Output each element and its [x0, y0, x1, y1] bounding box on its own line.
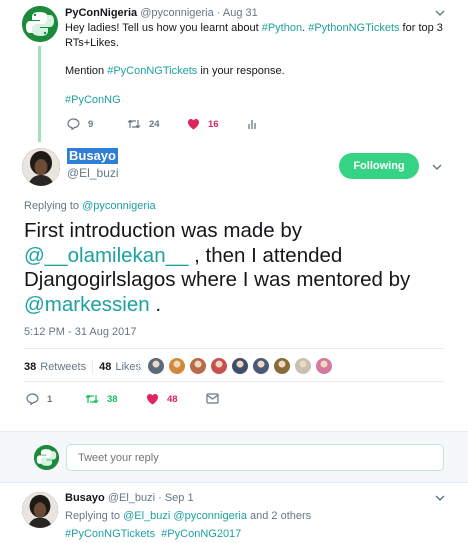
- text-segment[interactable]: and 2 others: [247, 510, 311, 522]
- like-total: 48: [99, 361, 112, 373]
- replying-to-line: Replying to @pyconnigeria: [24, 200, 156, 212]
- direct-message-button[interactable]: [206, 393, 219, 404]
- divider: [92, 360, 94, 374]
- profile-photo-icon: [22, 492, 58, 528]
- python-logo-icon: [22, 6, 58, 42]
- current-user-avatar: [34, 445, 59, 470]
- hashtag-python[interactable]: #Python: [262, 22, 302, 34]
- divider: [24, 381, 444, 382]
- heart-icon: [147, 394, 158, 405]
- liker-avatar[interactable]: [315, 357, 333, 375]
- hashtag-pythonngtickets[interactable]: #PythonNGTickets: [308, 22, 399, 34]
- hashtag-pyconng[interactable]: #PyConNG: [65, 94, 121, 106]
- liker-avatar[interactable]: [252, 357, 270, 375]
- parent-tweet-date[interactable]: · Aug 31: [217, 7, 258, 19]
- liker-avatar[interactable]: [147, 357, 165, 375]
- focus-reply-count: 1: [47, 393, 53, 405]
- liker-avatar[interactable]: [294, 357, 312, 375]
- chevron-down-icon[interactable]: [435, 493, 445, 503]
- parent-tweet-text: Hey ladies! Tell us how you learnt about…: [65, 21, 445, 107]
- retweet-label: Retweets: [40, 361, 87, 373]
- focus-author-handle[interactable]: @El_buzi: [67, 166, 119, 180]
- profile-photo-icon: [22, 148, 60, 186]
- python-logo-icon: [34, 445, 59, 470]
- heart-icon: [188, 119, 199, 130]
- divider: [138, 360, 139, 374]
- text-segment: Replying to: [24, 200, 83, 212]
- reply-replying-to-line: Replying to @El_buzi @pyconnigeria and 2…: [65, 510, 311, 522]
- reply-tweet-header: Busayo @El_buzi · Sep 1: [65, 492, 194, 504]
- focus-author-name[interactable]: Busayo: [67, 148, 118, 164]
- parent-author-name[interactable]: PyConNigeria: [65, 7, 137, 19]
- hashtag-pyconng2017[interactable]: #PyConNG2017: [161, 528, 241, 540]
- liker-avatar[interactable]: [231, 357, 249, 375]
- likes-stat[interactable]: 48 Likes: [99, 361, 141, 373]
- reply-icon: [67, 118, 80, 130]
- envelope-icon: [206, 393, 219, 404]
- retweet-button[interactable]: 24: [127, 118, 160, 130]
- liker-avatar[interactable]: [168, 357, 186, 375]
- retweet-button[interactable]: 38: [85, 393, 118, 405]
- reply-author-handle[interactable]: @El_buzi: [108, 492, 155, 504]
- reply-tweet-text: #PyConNGTickets #PyConNG2017: [65, 528, 241, 540]
- text-segment: Mention: [65, 65, 108, 77]
- parent-tweet-header: PyConNigeria @pyconnigeria · Aug 31: [65, 7, 258, 19]
- liker-avatar[interactable]: [273, 357, 291, 375]
- text-segment: in your response.: [197, 65, 285, 77]
- hashtag-pyconngtickets[interactable]: #PyConNGTickets: [107, 65, 197, 77]
- mention-olamilekan[interactable]: @__olamilekan__: [24, 244, 188, 267]
- replying-to-mention[interactable]: @pyconnigeria: [82, 200, 156, 212]
- analytics-button[interactable]: [248, 118, 258, 130]
- liker-avatar[interactable]: [210, 357, 228, 375]
- liker-avatar[interactable]: [189, 357, 207, 375]
- text-segment: First introduction was made by: [24, 219, 303, 242]
- replying-to-mention[interactable]: @El_buzi: [123, 510, 170, 522]
- parent-tweet[interactable]: PyConNigeria @pyconnigeria · Aug 31 Hey …: [0, 0, 468, 142]
- text-segment: Hey ladies! Tell us how you learnt about: [65, 22, 262, 34]
- replying-to-mention[interactable]: @pyconnigeria: [173, 510, 247, 522]
- hashtag-pyconngtickets[interactable]: #PyConNGTickets: [65, 528, 155, 540]
- reply-button[interactable]: 1: [26, 393, 52, 405]
- divider: [24, 348, 444, 349]
- focus-tweet-text: First introduction was made by @__olamil…: [24, 219, 454, 317]
- text-segment: .: [149, 292, 162, 316]
- retweets-stat[interactable]: 38 Retweets: [24, 361, 86, 373]
- parent-retweet-count: 24: [149, 118, 160, 130]
- focus-like-count: 48: [167, 393, 178, 405]
- reply-icon: [26, 393, 39, 405]
- mention-markessien[interactable]: @markessien: [24, 293, 150, 316]
- tweet-reply-input[interactable]: [66, 444, 444, 471]
- liker-avatars: [147, 357, 333, 376]
- following-button[interactable]: Following: [339, 153, 419, 179]
- chevron-down-icon[interactable]: [432, 162, 442, 172]
- retweet-icon: [85, 394, 99, 404]
- parent-reply-count: 9: [88, 118, 94, 130]
- chevron-down-icon[interactable]: [435, 8, 445, 18]
- reply-author-name[interactable]: Busayo: [65, 492, 105, 504]
- thread-connector-line: [38, 46, 41, 142]
- text-segment: Replying to: [65, 510, 124, 522]
- retweet-total: 38: [24, 361, 37, 373]
- focus-retweet-count: 38: [107, 393, 118, 405]
- busayo-avatar[interactable]: [22, 148, 60, 186]
- like-button[interactable]: 48: [146, 393, 178, 405]
- analytics-icon: [248, 120, 256, 129]
- parent-author-handle[interactable]: @pyconnigeria: [140, 7, 214, 19]
- pyconnigeria-avatar[interactable]: [22, 6, 58, 42]
- parent-like-count: 16: [208, 118, 219, 130]
- like-button[interactable]: 16: [187, 118, 219, 130]
- tweet-timestamp[interactable]: 5:12 PM - 31 Aug 2017: [24, 326, 137, 338]
- busayo-avatar[interactable]: [22, 492, 58, 528]
- tweet-stats: 38 Retweets 48 Likes: [24, 358, 141, 376]
- reply-button[interactable]: 9: [67, 118, 93, 130]
- reply-tweet-date[interactable]: · Sep 1: [158, 492, 193, 504]
- retweet-icon: [127, 119, 141, 129]
